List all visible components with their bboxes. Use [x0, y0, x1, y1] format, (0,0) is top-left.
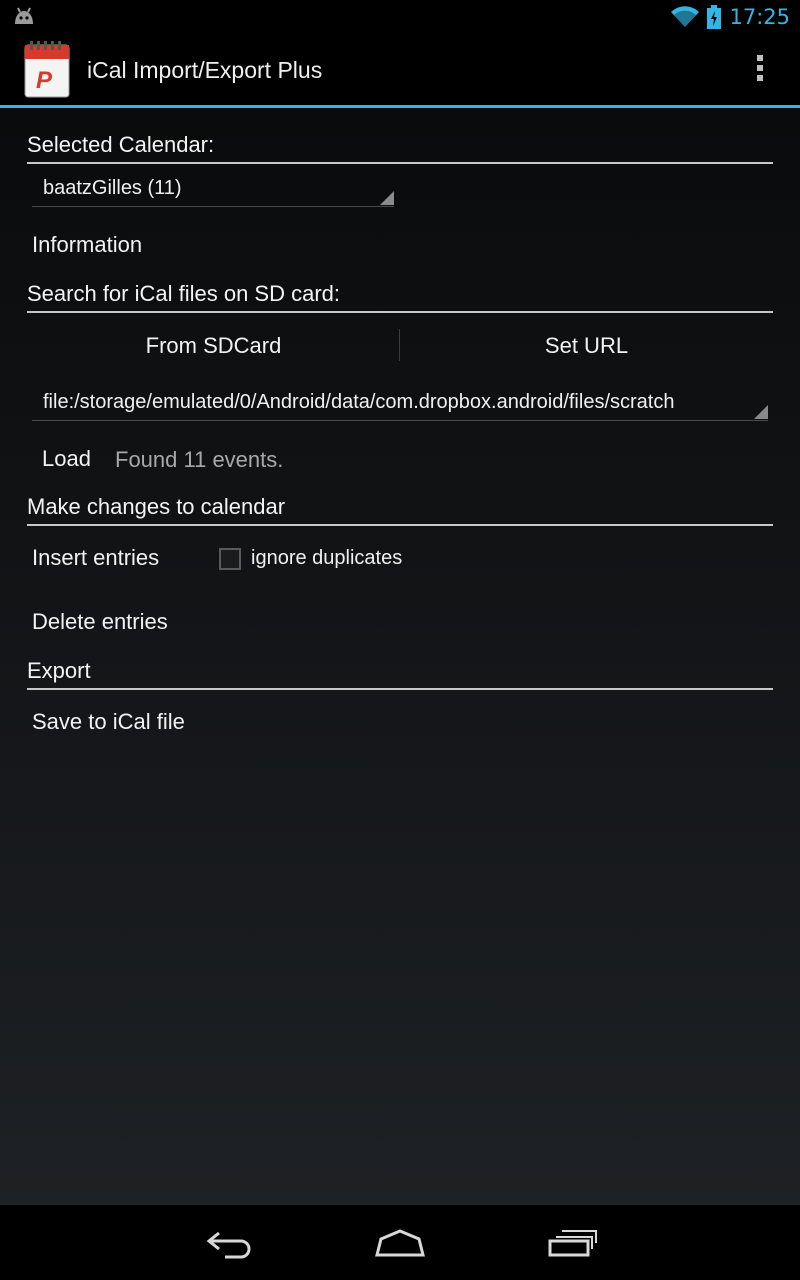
calendar-spinner-value: baatzGilles (11) — [43, 177, 182, 199]
set-url-button[interactable]: Set URL — [400, 323, 773, 369]
status-time: 17:25 — [729, 5, 790, 29]
spinner-arrow-icon — [380, 191, 394, 205]
app-icon: P — [24, 41, 70, 98]
load-button[interactable]: Load — [42, 446, 91, 472]
main-content: Selected Calendar: baatzGilles (11) Info… — [0, 108, 800, 1205]
save-to-ical-button[interactable]: Save to iCal file — [32, 709, 185, 735]
from-sdcard-button[interactable]: From SDCard — [27, 323, 400, 369]
load-status-text: Found 11 events. — [115, 447, 284, 472]
export-header: Export — [27, 658, 773, 690]
file-spinner[interactable]: file:/storage/emulated/0/Android/data/co… — [32, 388, 768, 421]
search-header: Search for iCal files on SD card: — [27, 281, 773, 313]
app-icon-letter: P — [36, 67, 53, 94]
insert-entries-button[interactable]: Insert entries — [32, 545, 159, 571]
recent-apps-icon[interactable] — [546, 1225, 598, 1261]
information-button[interactable]: Information — [32, 232, 142, 258]
status-bar: 17:25 — [0, 0, 800, 33]
source-buttons: From SDCard Set URL — [27, 323, 773, 369]
navigation-bar — [0, 1205, 800, 1280]
changes-header: Make changes to calendar — [27, 494, 773, 526]
file-spinner-value: file:/storage/emulated/0/Android/data/co… — [43, 391, 675, 413]
home-icon[interactable] — [373, 1225, 427, 1261]
calendar-spinner[interactable]: baatzGilles (11) — [32, 174, 394, 207]
ignore-duplicates-label: ignore duplicates — [251, 547, 403, 569]
battery-charging-icon — [707, 5, 722, 29]
ignore-duplicates-checkbox[interactable] — [219, 548, 241, 570]
selected-calendar-header: Selected Calendar: — [27, 132, 773, 164]
delete-entries-button[interactable]: Delete entries — [32, 609, 168, 635]
app-title: iCal Import/Export Plus — [87, 57, 323, 83]
overflow-menu-icon[interactable] — [750, 55, 770, 89]
android-debug-icon — [15, 7, 33, 24]
back-icon[interactable] — [205, 1225, 255, 1261]
spinner-arrow-icon — [754, 405, 768, 419]
action-bar: P iCal Import/Export Plus — [0, 33, 800, 108]
wifi-icon — [671, 6, 700, 28]
